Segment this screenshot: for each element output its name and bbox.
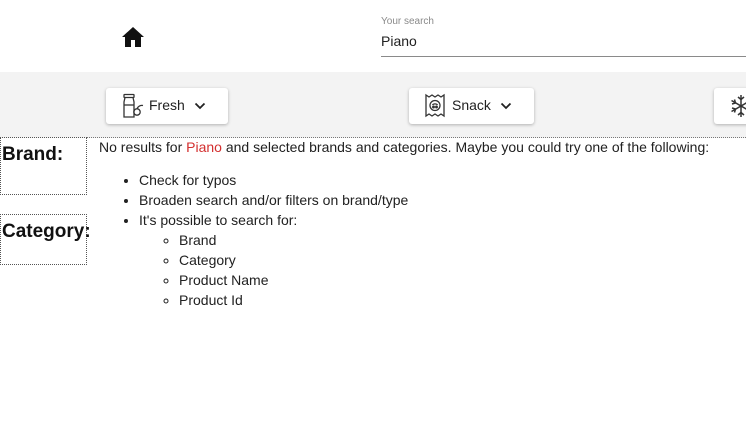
category-facet: Category: [0, 214, 91, 265]
list-item: Brand [179, 230, 408, 250]
chevron-down-icon [194, 102, 206, 110]
search-fields-list: Brand Category Product Name Product Id [139, 230, 408, 310]
snack-filter-label: Snack [452, 97, 491, 113]
search-label: Your search [381, 16, 434, 27]
no-results-prefix: No results for [99, 139, 187, 155]
list-item: Category [179, 250, 408, 270]
category-facet-title: Category: [2, 221, 91, 242]
search-fields-intro: It's possible to search for: [139, 212, 298, 228]
search-input[interactable] [381, 31, 741, 51]
list-item: It's possible to search for: Brand Categ… [139, 210, 408, 310]
fresh-filter-button[interactable]: Fresh [106, 88, 228, 124]
fresh-filter-label: Fresh [149, 97, 185, 113]
list-item: Product Id [179, 290, 408, 310]
search-query-highlight: Piano [186, 139, 222, 155]
chevron-down-icon [500, 102, 512, 110]
suggestion-list: Check for typos Broaden search and/or fi… [99, 170, 408, 310]
frozen-filter-button[interactable] [714, 88, 746, 124]
no-results-message: No results for Piano and selected brands… [99, 138, 709, 156]
no-results-suffix: and selected brands and categories. Mayb… [221, 139, 710, 155]
snack-filter-button[interactable]: Snack [409, 88, 534, 124]
brand-facet: Brand: [0, 137, 87, 195]
list-item: Product Name [179, 270, 408, 290]
home-icon [122, 27, 144, 47]
snowflake-icon [731, 95, 746, 117]
snack-bag-icon [425, 93, 445, 118]
category-filter-bar: Fresh Snack [0, 72, 746, 138]
brand-facet-title: Brand: [2, 144, 64, 165]
milk-bottle-icon [123, 93, 144, 118]
home-button[interactable] [121, 26, 145, 48]
top-header: Your search [0, 0, 746, 72]
search-field[interactable]: Your search [381, 14, 746, 57]
list-item: Check for typos [139, 170, 408, 190]
list-item: Broaden search and/or filters on brand/t… [139, 190, 408, 210]
